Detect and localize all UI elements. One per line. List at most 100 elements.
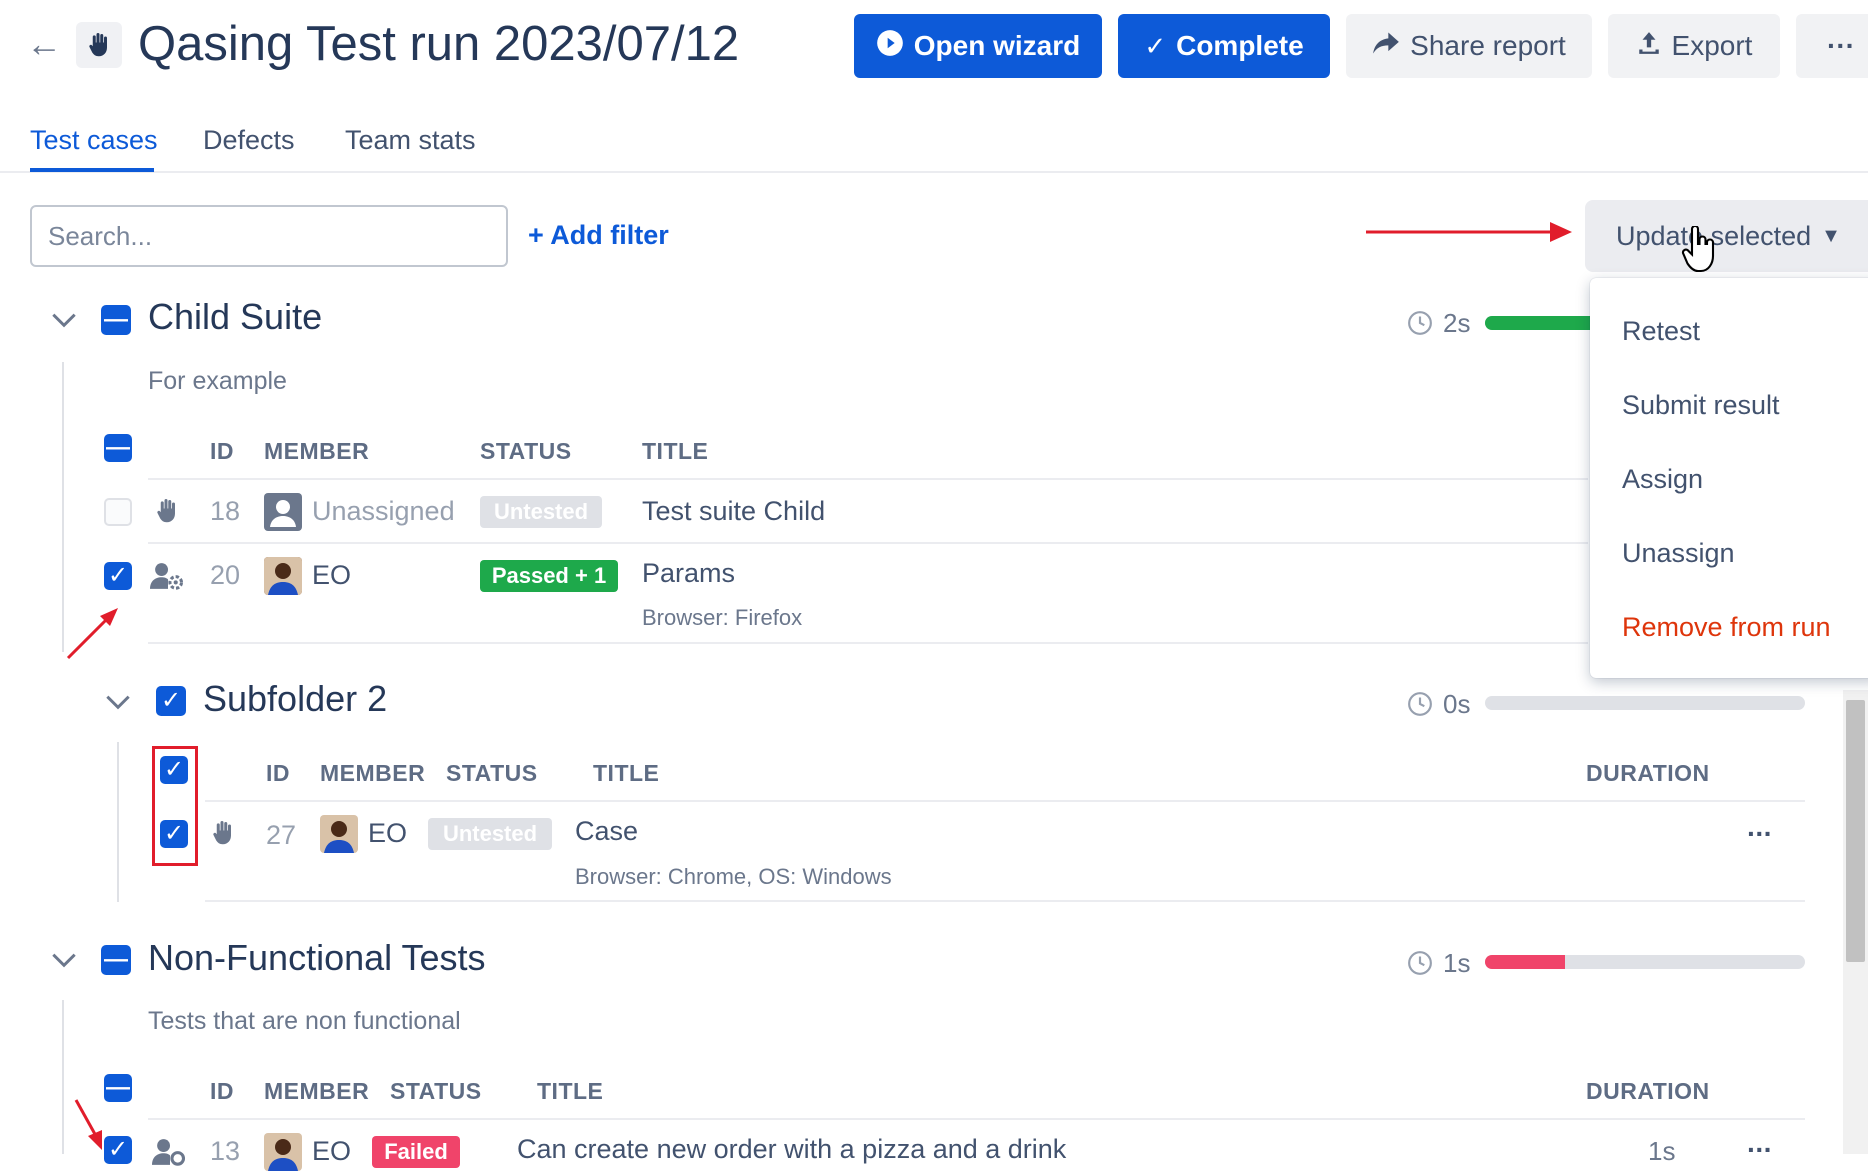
share-report-button[interactable]: Share report bbox=[1346, 14, 1592, 78]
row-title[interactable]: Test suite Child bbox=[642, 496, 825, 527]
column-header-member[interactable]: MEMBER bbox=[320, 760, 425, 787]
suite-description: Tests that are non functional bbox=[148, 1007, 461, 1035]
select-all-checkbox[interactable]: ✓ bbox=[160, 756, 188, 784]
table-divider bbox=[205, 800, 1805, 802]
column-header-member[interactable]: MEMBER bbox=[264, 438, 369, 465]
more-actions-button[interactable]: ··· bbox=[1796, 14, 1868, 78]
column-header-id[interactable]: ID bbox=[266, 760, 290, 787]
row-checkbox[interactable]: ✓ bbox=[160, 820, 188, 848]
member-avatar bbox=[320, 815, 358, 853]
status-badge: Passed + 1 bbox=[480, 560, 618, 592]
row-title[interactable]: Params bbox=[642, 558, 735, 589]
search-input[interactable] bbox=[30, 205, 508, 267]
column-header-title[interactable]: TITLE bbox=[537, 1078, 603, 1105]
suite-duration: 0s bbox=[1443, 689, 1471, 719]
row-member: EO bbox=[368, 818, 408, 848]
suite-title: Child Suite bbox=[148, 296, 323, 337]
row-checkbox[interactable] bbox=[104, 498, 132, 526]
suite-tree-line bbox=[62, 1000, 64, 1154]
menu-item-unassign[interactable]: Unassign bbox=[1622, 538, 1735, 569]
row-member: EO bbox=[312, 1136, 352, 1166]
open-wizard-button[interactable]: Open wizard bbox=[854, 14, 1102, 78]
collapse-chevron-icon[interactable] bbox=[48, 944, 80, 983]
annotation-arrow bbox=[66, 608, 118, 660]
tab-team-stats[interactable]: Team stats bbox=[345, 122, 476, 158]
row-more-button[interactable]: ··· bbox=[1747, 1134, 1773, 1166]
member-avatar bbox=[264, 1133, 302, 1171]
hand-icon bbox=[208, 818, 238, 853]
caret-down-icon: ▼ bbox=[1821, 224, 1841, 247]
suite-progress-bar bbox=[1485, 955, 1805, 969]
row-parameters: Browser: Chrome, OS: Windows bbox=[575, 864, 892, 889]
suite-select-checkbox[interactable]: — bbox=[101, 945, 131, 975]
column-header-status[interactable]: STATUS bbox=[480, 438, 572, 465]
share-icon bbox=[1372, 30, 1400, 62]
suite-duration: 1s bbox=[1443, 948, 1471, 978]
open-wizard-label: Open wizard bbox=[913, 30, 1081, 61]
column-header-id[interactable]: ID bbox=[210, 1078, 234, 1105]
active-tab-indicator bbox=[30, 168, 154, 172]
table-divider bbox=[148, 542, 1588, 544]
table-divider bbox=[148, 478, 1588, 480]
row-more-button[interactable]: ··· bbox=[1747, 818, 1773, 850]
collapse-chevron-icon[interactable] bbox=[102, 686, 134, 725]
row-id: 13 bbox=[210, 1136, 241, 1166]
complete-button[interactable]: ✓ Complete bbox=[1118, 14, 1330, 78]
progress-failed bbox=[1485, 955, 1565, 969]
share-report-label: Share report bbox=[1410, 30, 1566, 61]
row-duration: 1s bbox=[1648, 1136, 1676, 1166]
status-badge: Untested bbox=[428, 818, 552, 850]
menu-item-retest[interactable]: Retest bbox=[1622, 316, 1700, 347]
tabs-divider bbox=[0, 171, 1868, 173]
back-arrow-icon[interactable]: ← bbox=[26, 24, 62, 64]
export-button[interactable]: Export bbox=[1608, 14, 1780, 78]
column-header-title[interactable]: TITLE bbox=[593, 760, 659, 787]
tab-defects[interactable]: Defects bbox=[203, 122, 295, 158]
row-member: Unassigned bbox=[312, 496, 455, 526]
column-header-title[interactable]: TITLE bbox=[642, 438, 708, 465]
suite-duration: 2s bbox=[1443, 308, 1471, 338]
menu-item-remove-from-run[interactable]: Remove from run bbox=[1622, 612, 1831, 643]
table-divider bbox=[148, 1118, 1805, 1120]
row-title[interactable]: Case bbox=[575, 816, 638, 847]
hand-pointer-cursor-icon bbox=[1681, 226, 1715, 273]
row-id: 18 bbox=[210, 496, 241, 526]
row-title[interactable]: Can create new order with a pizza and a … bbox=[517, 1134, 1066, 1165]
unassigned-avatar-icon bbox=[264, 493, 302, 531]
annotation-arrow bbox=[74, 1099, 102, 1150]
row-id: 20 bbox=[210, 560, 241, 590]
suite-title: Non-Functional Tests bbox=[148, 937, 486, 978]
clock-icon bbox=[1407, 950, 1433, 981]
upload-icon bbox=[1636, 30, 1662, 63]
menu-item-submit-result[interactable]: Submit result bbox=[1622, 390, 1780, 421]
table-divider bbox=[148, 642, 1588, 644]
suite-select-checkbox[interactable]: ✓ bbox=[156, 686, 186, 716]
select-all-checkbox[interactable]: — bbox=[104, 434, 132, 462]
column-header-member[interactable]: MEMBER bbox=[264, 1078, 369, 1105]
hand-icon bbox=[152, 496, 182, 531]
column-header-duration[interactable]: DURATION bbox=[1586, 760, 1710, 787]
row-checkbox[interactable]: ✓ bbox=[104, 562, 132, 590]
page-title: Qasing Test run 2023/07/12 bbox=[138, 17, 740, 71]
check-icon: ✓ bbox=[1144, 30, 1167, 61]
member-avatar bbox=[264, 557, 302, 595]
export-label: Export bbox=[1671, 30, 1753, 61]
column-header-duration[interactable]: DURATION bbox=[1586, 1078, 1710, 1105]
scrollbar-thumb[interactable] bbox=[1846, 700, 1865, 962]
suite-select-checkbox[interactable]: — bbox=[101, 305, 131, 335]
column-header-id[interactable]: ID bbox=[210, 438, 234, 465]
user-gear-icon bbox=[150, 560, 186, 597]
column-header-status[interactable]: STATUS bbox=[390, 1078, 482, 1105]
status-badge: Untested bbox=[480, 496, 602, 528]
update-selected-menu: Retest Submit result Assign Unassign Rem… bbox=[1590, 278, 1868, 678]
user-gear-icon bbox=[152, 1136, 188, 1173]
column-header-status[interactable]: STATUS bbox=[446, 760, 538, 787]
suite-progress-bar bbox=[1485, 696, 1805, 710]
menu-item-assign[interactable]: Assign bbox=[1622, 464, 1703, 495]
tab-test-cases[interactable]: Test cases bbox=[30, 122, 158, 158]
row-id: 27 bbox=[266, 820, 297, 850]
collapse-chevron-icon[interactable] bbox=[48, 304, 80, 343]
add-filter-link[interactable]: + Add filter bbox=[528, 220, 669, 251]
update-selected-button[interactable]: Update selected ▼ bbox=[1585, 200, 1868, 272]
row-member: EO bbox=[312, 560, 352, 590]
